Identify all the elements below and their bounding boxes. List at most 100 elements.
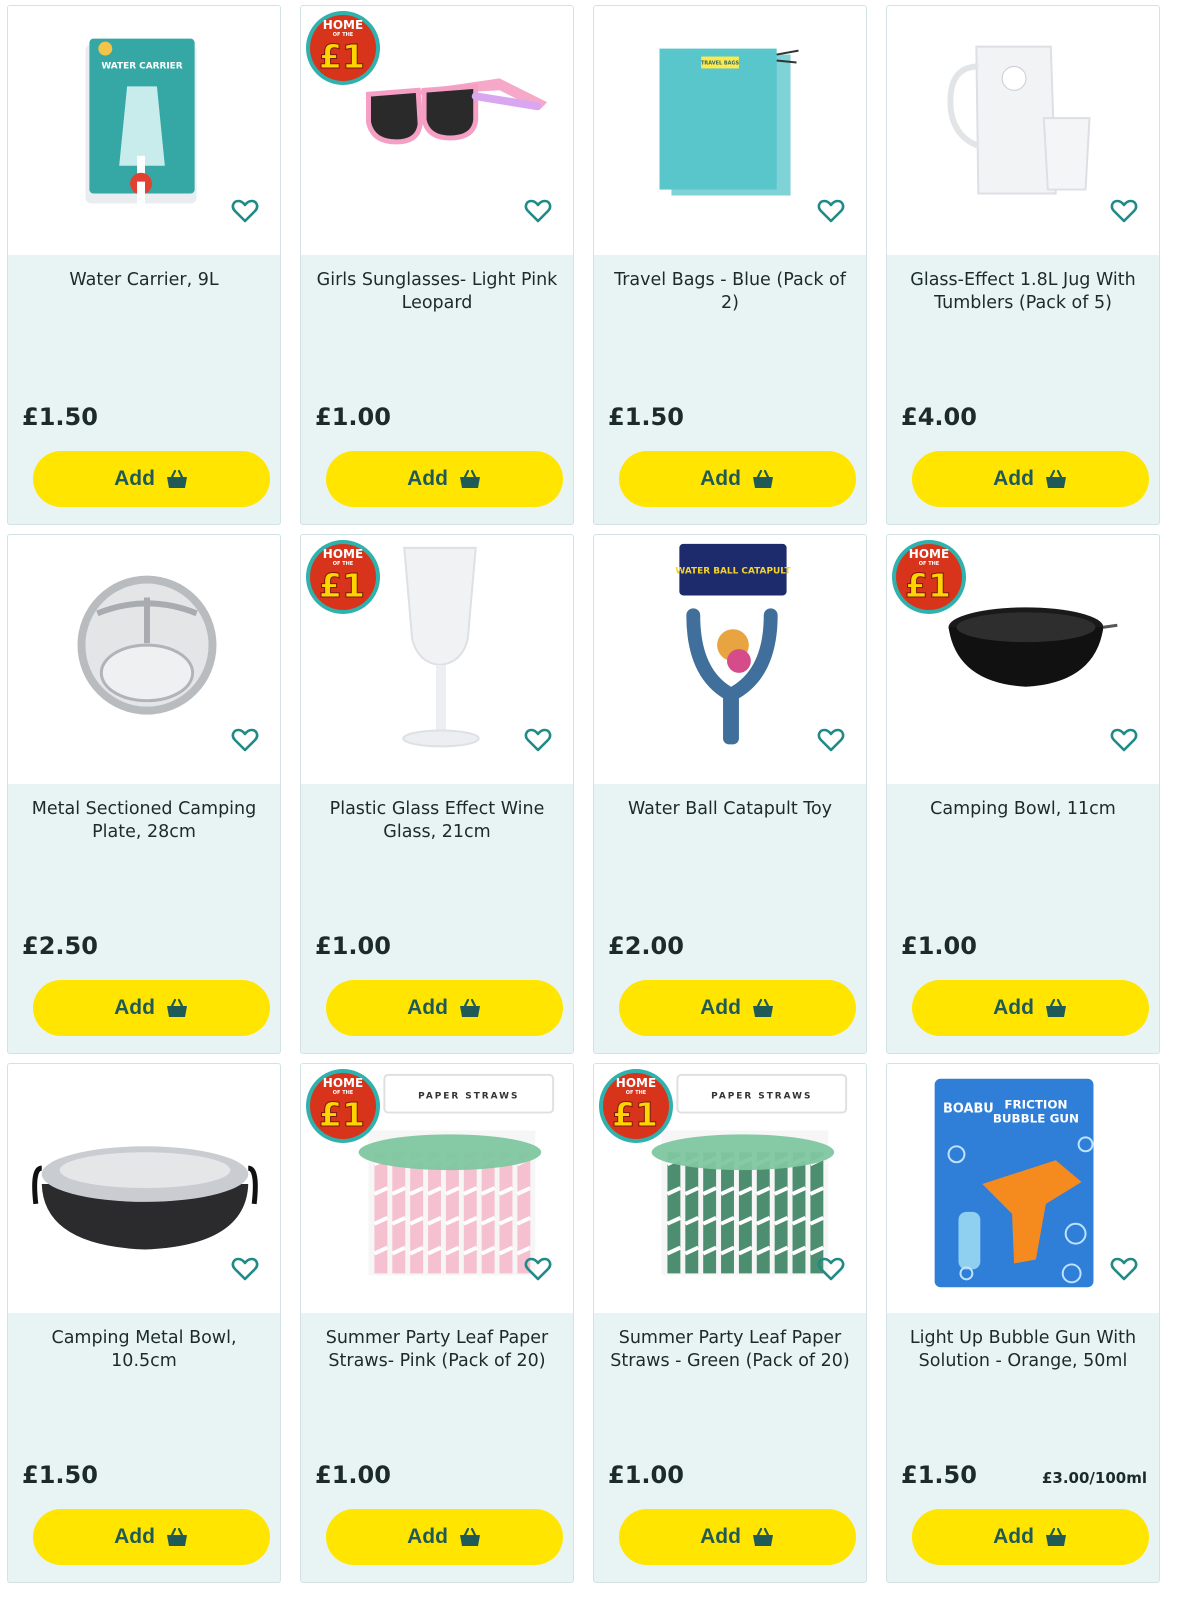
heart-icon[interactable] (523, 725, 553, 755)
straw (410, 1152, 424, 1274)
badge-pound-text: £1 (319, 1095, 365, 1134)
product-image-area[interactable]: HOME OF THE £1 (301, 6, 573, 255)
add-to-basket-button[interactable]: Add (33, 1509, 270, 1565)
add-to-basket-button[interactable]: Add (912, 451, 1149, 507)
badge-home-text: HOME (909, 547, 949, 561)
product-image-area[interactable]: HOME OF THE £1 (301, 535, 573, 784)
basket-icon (166, 1527, 187, 1546)
add-to-basket-button[interactable]: Add (33, 451, 270, 507)
product-card[interactable]: HOME OF THE £1 Metal Sectioned Camping P… (7, 534, 281, 1054)
product-title[interactable]: Glass-Effect 1.8L Jug With Tumblers (Pac… (901, 269, 1145, 315)
product-image-area[interactable]: WATER BALL CATAPULT HOME OF THE £1 (594, 535, 866, 784)
badge-home-text: HOME (323, 18, 363, 32)
product-title[interactable]: Summer Party Leaf Paper Straws - Green (… (608, 1327, 852, 1373)
add-button-label: Add (407, 467, 448, 490)
badge-pound-text: £1 (905, 566, 951, 605)
add-to-basket-button[interactable]: Add (619, 451, 856, 507)
package-sun (98, 41, 113, 56)
add-button-label: Add (407, 1525, 448, 1548)
product-card[interactable]: PAPER STRAWS HOME OF THE £1 Summer Party… (593, 1063, 867, 1583)
home-of-the-pound-badge: HOME OF THE £1 (306, 11, 380, 85)
straws-header-text: PAPER STRAWS (418, 1092, 519, 1102)
product-image-area[interactable]: HOME OF THE £1 (887, 6, 1159, 255)
heart-icon[interactable] (230, 1254, 260, 1284)
product-image-area[interactable]: HOME OF THE £1 (8, 1064, 280, 1313)
bowl-handle (1103, 623, 1118, 629)
heart-icon[interactable] (523, 1254, 553, 1284)
add-to-basket-button[interactable]: Add (326, 1509, 563, 1565)
product-card[interactable]: BOABUFRICTIONBUBBLE GUN HOME OF THE £1 L… (886, 1063, 1160, 1583)
basket-icon (752, 998, 773, 1017)
add-to-basket-button[interactable]: Add (912, 1509, 1149, 1565)
product-price: £1.50 (608, 403, 684, 431)
product-image-area[interactable]: PAPER STRAWS HOME OF THE £1 (301, 1064, 573, 1313)
product-grid: WATER CARRIER HOME OF THE £1 Water Carri… (0, 0, 1200, 1623)
heart-icon[interactable] (816, 196, 846, 226)
add-button-label: Add (114, 1525, 155, 1548)
add-to-basket-button[interactable]: Add (33, 980, 270, 1036)
straw (374, 1152, 388, 1274)
heart-icon[interactable] (230, 725, 260, 755)
product-card[interactable]: HOME OF THE £1 Plastic Glass Effect Wine… (300, 534, 574, 1054)
add-to-basket-button[interactable]: Add (619, 1509, 856, 1565)
add-button-label: Add (993, 467, 1034, 490)
unit-price: £3.00/100ml (1041, 1469, 1147, 1487)
straw (445, 1152, 459, 1274)
sunglasses-lens-left (366, 87, 423, 145)
add-button-label: Add (700, 467, 741, 490)
heart-icon[interactable] (1109, 1254, 1139, 1284)
product-image-area[interactable]: HOME OF THE £1 (8, 535, 280, 784)
product-title[interactable]: Girls Sunglasses- Light Pink Leopard (315, 269, 559, 315)
home-of-the-pound-badge: HOME OF THE £1 (306, 540, 380, 614)
bubble-brand: BOABU (943, 1102, 994, 1117)
glass-bowl (403, 546, 477, 666)
add-button-label: Add (114, 467, 155, 490)
product-title[interactable]: Summer Party Leaf Paper Straws- Pink (Pa… (315, 1327, 559, 1373)
add-to-basket-button[interactable]: Add (326, 980, 563, 1036)
straws-leaves (651, 1134, 835, 1171)
tumbler (1042, 117, 1091, 191)
product-card[interactable]: HOME OF THE £1 Camping Bowl, 11cm £1.00 … (886, 534, 1160, 1054)
product-card[interactable]: HOME OF THE £1 Girls Sunglasses- Light P… (300, 5, 574, 525)
product-image-area[interactable]: HOME OF THE £1 (887, 535, 1159, 784)
heart-icon[interactable] (816, 725, 846, 755)
straw (792, 1152, 806, 1274)
straw (756, 1152, 770, 1274)
product-image-area[interactable]: BOABUFRICTIONBUBBLE GUN HOME OF THE £1 (887, 1064, 1159, 1313)
jug-handle (947, 63, 980, 149)
add-to-basket-button[interactable]: Add (619, 980, 856, 1036)
product-title[interactable]: Metal Sectioned Camping Plate, 28cm (22, 798, 266, 844)
product-image-area[interactable]: PAPER STRAWS HOME OF THE £1 (594, 1064, 866, 1313)
add-to-basket-button[interactable]: Add (912, 980, 1149, 1036)
bag-front (659, 48, 777, 190)
badge-pound-text: £1 (319, 566, 365, 605)
metal-bowl-lid-top (59, 1152, 231, 1189)
product-image-area[interactable]: TRAVEL BAGS HOME OF THE £1 (594, 6, 866, 255)
add-button-label: Add (993, 1525, 1034, 1548)
product-title[interactable]: Light Up Bubble Gun With Solution - Oran… (901, 1327, 1145, 1373)
add-to-basket-button[interactable]: Add (326, 451, 563, 507)
product-title[interactable]: Plastic Glass Effect Wine Glass, 21cm (315, 798, 559, 844)
product-title[interactable]: Water Ball Catapult Toy (608, 798, 852, 821)
heart-icon[interactable] (1109, 725, 1139, 755)
product-price: £1.50 (901, 1461, 977, 1489)
heart-icon[interactable] (816, 1254, 846, 1284)
product-card[interactable]: PAPER STRAWS HOME OF THE £1 Summer Party… (300, 1063, 574, 1583)
heart-icon[interactable] (1109, 196, 1139, 226)
carrier-window (119, 86, 165, 166)
product-title[interactable]: Water Carrier, 9L (22, 269, 266, 292)
product-card[interactable]: HOME OF THE £1 Glass-Effect 1.8L Jug Wit… (886, 5, 1160, 525)
product-title[interactable]: Camping Bowl, 11cm (901, 798, 1145, 821)
product-price: £1.00 (901, 932, 977, 960)
product-title[interactable]: Camping Metal Bowl, 10.5cm (22, 1327, 266, 1373)
product-card[interactable]: WATER CARRIER HOME OF THE £1 Water Carri… (7, 5, 281, 525)
product-card[interactable]: HOME OF THE £1 Camping Metal Bowl, 10.5c… (7, 1063, 281, 1583)
bubble-title-2: BUBBLE GUN (993, 1111, 1079, 1125)
product-card[interactable]: WATER BALL CATAPULT HOME OF THE £1 Water… (593, 534, 867, 1054)
product-card[interactable]: TRAVEL BAGS HOME OF THE £1 Travel Bags -… (593, 5, 867, 525)
product-image-area[interactable]: WATER CARRIER HOME OF THE £1 (8, 6, 280, 255)
home-of-the-pound-badge: HOME OF THE £1 (892, 540, 966, 614)
product-title[interactable]: Travel Bags - Blue (Pack of 2) (608, 269, 852, 315)
heart-icon[interactable] (230, 196, 260, 226)
heart-icon[interactable] (523, 196, 553, 226)
